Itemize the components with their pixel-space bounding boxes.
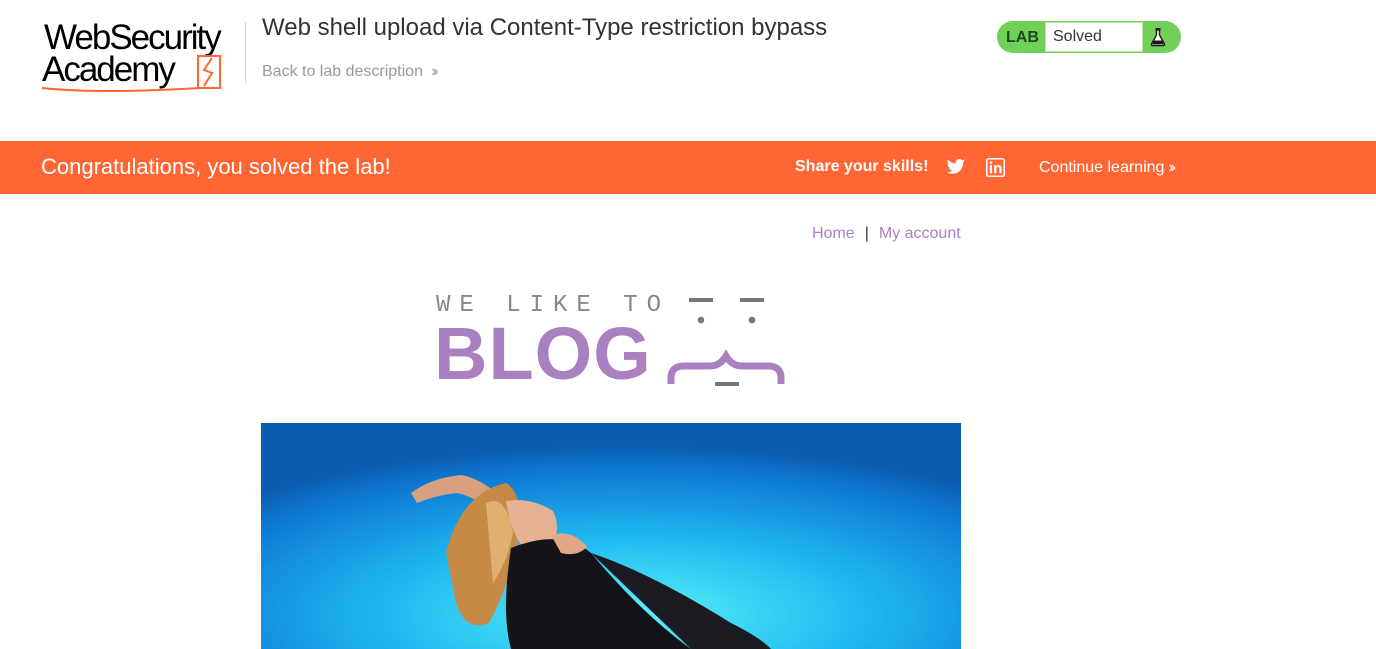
yoga-photo bbox=[261, 423, 961, 649]
continue-learning-label: Continue learning bbox=[1039, 159, 1165, 176]
blog-face-icon bbox=[667, 298, 785, 386]
blog-logo: WE LIKE TO BLOG bbox=[434, 292, 790, 392]
flask-icon bbox=[1150, 28, 1166, 47]
lab-title: Web shell upload via Content-Type restri… bbox=[262, 14, 828, 41]
top-nav: Home | My account bbox=[812, 224, 961, 244]
double-chevron-right-icon: ›› bbox=[1168, 159, 1175, 176]
header-divider bbox=[245, 22, 246, 83]
linkedin-icon[interactable] bbox=[986, 158, 1005, 177]
lab-status-label: LAB bbox=[1006, 29, 1039, 46]
my-account-link[interactable]: My account bbox=[879, 225, 961, 242]
blog-wordmark: BLOG bbox=[434, 312, 652, 395]
nav-separator: | bbox=[864, 225, 869, 242]
back-to-description-link[interactable]: Back to lab description ›› bbox=[262, 62, 438, 82]
logo-bolt-icon bbox=[41, 55, 221, 92]
double-chevron-right-icon: ›› bbox=[430, 63, 438, 80]
continue-learning-link[interactable]: Continue learning ›› bbox=[1039, 158, 1176, 178]
home-link[interactable]: Home bbox=[812, 225, 855, 242]
lab-status-widget: LAB Solved bbox=[997, 21, 1181, 53]
lab-status-value: Solved bbox=[1045, 22, 1143, 52]
back-link-label: Back to lab description bbox=[262, 63, 423, 80]
share-skills-label: Share your skills! bbox=[795, 158, 929, 175]
web-security-academy-logo[interactable]: WebSecurity Academy bbox=[40, 18, 246, 94]
congratulations-message: Congratulations, you solved the lab! bbox=[41, 154, 391, 179]
twitter-icon[interactable] bbox=[946, 157, 966, 177]
blog-post-image[interactable] bbox=[261, 423, 961, 649]
